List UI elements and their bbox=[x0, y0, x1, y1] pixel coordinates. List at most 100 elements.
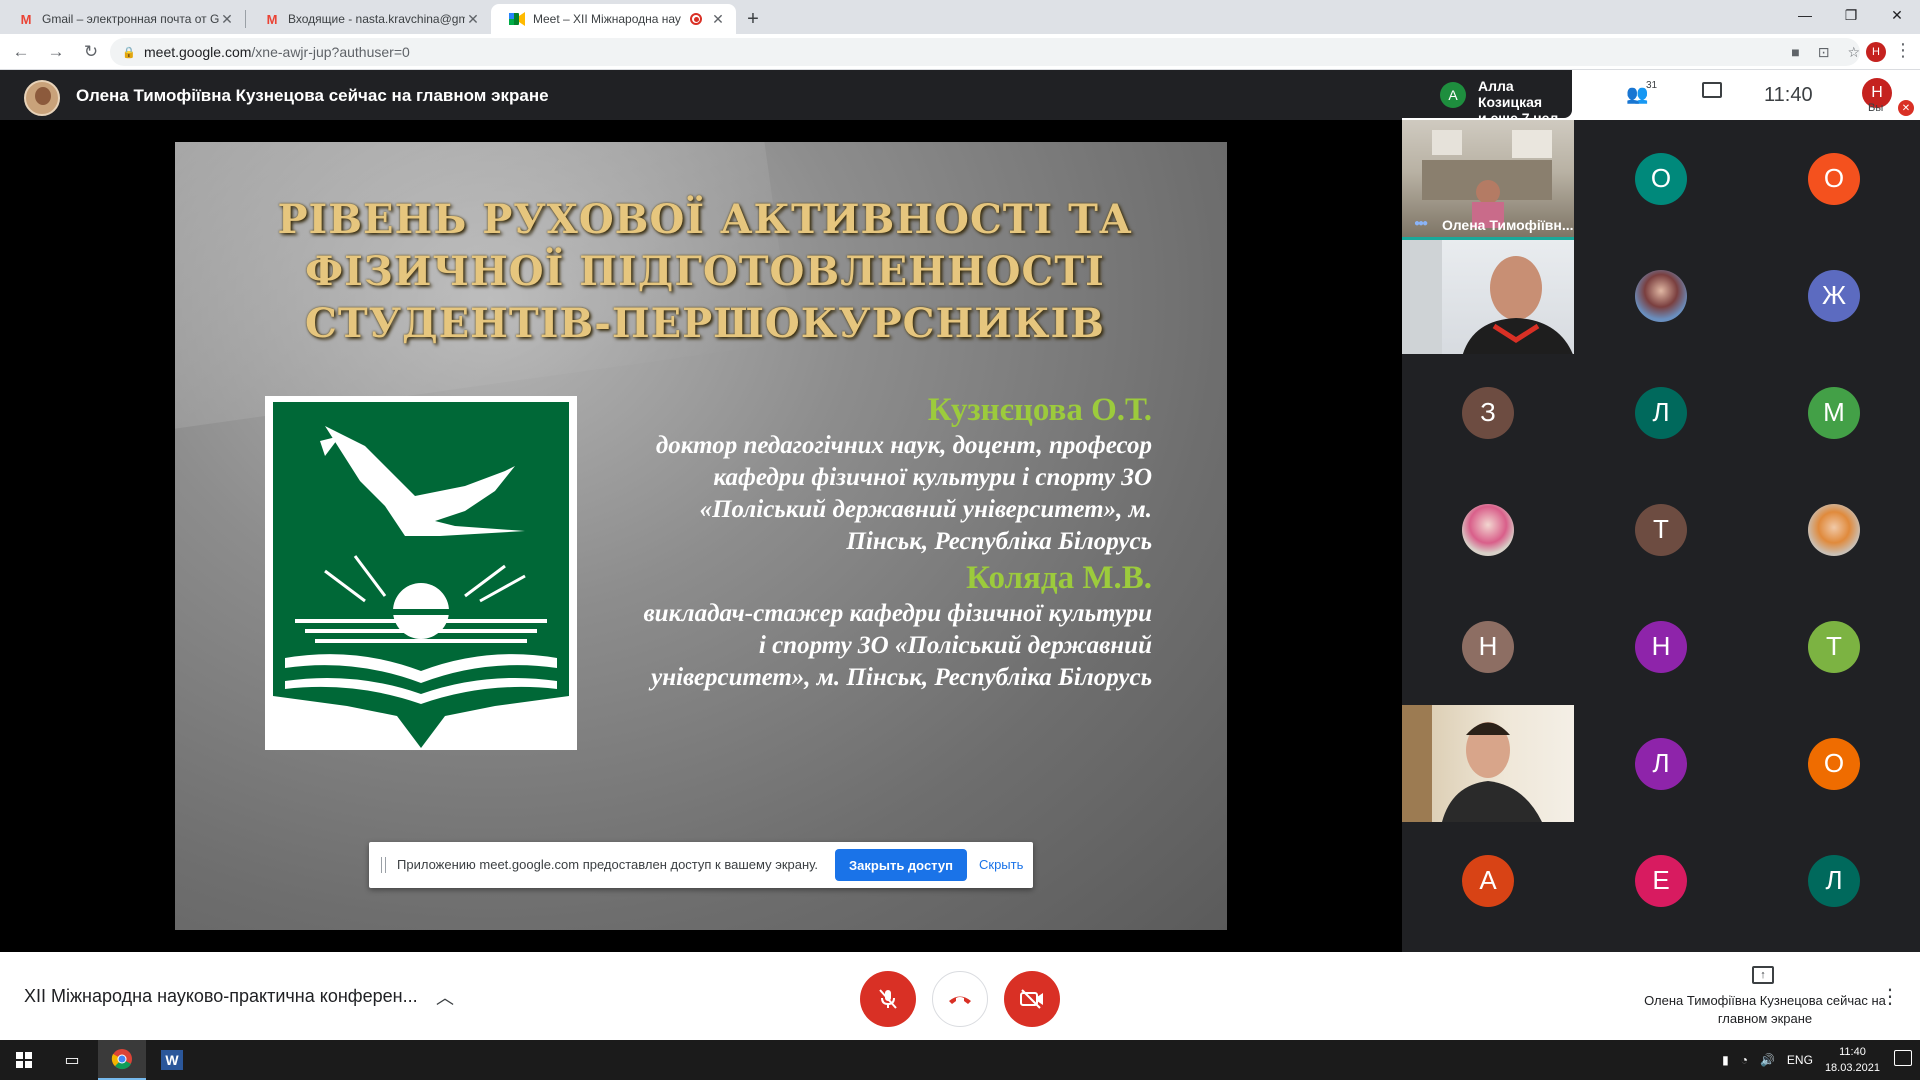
participant-tile[interactable]: Л bbox=[1575, 354, 1747, 471]
taskbar-date: 18.03.2021 bbox=[1824, 1062, 1880, 1074]
end-call-button[interactable] bbox=[932, 971, 988, 1027]
volume-icon[interactable]: 🔊 bbox=[1760, 1053, 1775, 1067]
recording-indicator-icon bbox=[690, 13, 702, 25]
author1-name: Кузнєцова О.Т. bbox=[927, 392, 1152, 428]
participant-avatar: А bbox=[1462, 854, 1514, 907]
screen-share-notice: Приложению meet.google.com предоставлен … bbox=[369, 842, 1033, 888]
address-bar[interactable]: 🔒 meet.google.com/xne-awjr-jup?authuser=… bbox=[110, 38, 1860, 66]
participant-avatar: Л bbox=[1635, 386, 1687, 439]
windows-taskbar: ▭ W ▮ ◔ 🔊 ENG 11:40 18.03.2021 bbox=[0, 1040, 1920, 1080]
participant-tile[interactable]: О bbox=[1575, 120, 1747, 237]
hang-up-icon bbox=[949, 996, 971, 1004]
participant-avatar: З bbox=[1462, 386, 1514, 439]
participant-tile-presenter[interactable]: ●●● Олена Тимофіївн... bbox=[1402, 120, 1574, 237]
tab-inbox[interactable]: M Входящие - nasta.kravchina@gm ✕ bbox=[246, 4, 491, 34]
close-tab-icon[interactable]: ✕ bbox=[465, 11, 481, 28]
participant-tile[interactable] bbox=[1748, 471, 1920, 588]
profile-avatar[interactable]: H bbox=[1866, 42, 1886, 62]
close-window-icon[interactable]: ✕ bbox=[1874, 0, 1920, 30]
close-tab-icon[interactable]: ✕ bbox=[219, 11, 235, 28]
meeting-title[interactable]: XII Міжнародна науково-практична конфере… bbox=[24, 986, 418, 1007]
browser-toolbar: ← → ↻ 🔒 meet.google.com/xne-awjr-jup?aut… bbox=[0, 34, 1920, 70]
participant-avatar: О bbox=[1808, 737, 1860, 790]
close-tab-icon[interactable]: ✕ bbox=[710, 11, 726, 28]
other-participants-name: Алла Козицкая bbox=[1478, 78, 1543, 110]
notifications-icon[interactable] bbox=[1894, 1050, 1912, 1066]
hide-notice-button[interactable]: Скрыть bbox=[979, 857, 1023, 872]
back-arrow-icon[interactable]: ← bbox=[7, 38, 35, 66]
participant-tile[interactable]: Н bbox=[1402, 588, 1574, 705]
omnibox-actions: ■ ⊡ ☆ bbox=[1791, 38, 1860, 66]
stop-sharing-button[interactable]: Закрыть доступ bbox=[835, 849, 967, 881]
drag-handle-icon[interactable] bbox=[381, 857, 386, 873]
participant-tile-video[interactable] bbox=[1402, 705, 1574, 822]
reload-icon[interactable]: ↻ bbox=[77, 38, 105, 66]
participant-tile[interactable]: Т bbox=[1575, 471, 1747, 588]
other-participants-chip[interactable]: А Алла Козицкая и еще 7 чел. bbox=[1402, 70, 1572, 126]
minimize-icon[interactable]: — bbox=[1782, 0, 1828, 30]
participant-tile-video[interactable] bbox=[1402, 237, 1574, 354]
participants-grid: ●●● Олена Тимофіївн... З Н А О Л Т Н Л Е… bbox=[1402, 120, 1920, 952]
translate-icon[interactable]: ⊡ bbox=[1818, 44, 1830, 61]
more-options-icon[interactable]: ⋮ bbox=[1880, 984, 1900, 1009]
chat-icon[interactable] bbox=[1702, 82, 1722, 98]
participant-tile[interactable]: М bbox=[1748, 354, 1920, 471]
participant-tile[interactable]: Ж bbox=[1748, 237, 1920, 354]
participant-photo-avatar bbox=[1808, 503, 1860, 556]
mic-toggle-button[interactable] bbox=[860, 971, 916, 1027]
participant-photo-avatar bbox=[1635, 269, 1687, 322]
taskbar-clock[interactable]: 11:40 18.03.2021 bbox=[1825, 1044, 1880, 1076]
participant-tile[interactable]: З bbox=[1402, 354, 1574, 471]
lock-icon: 🔒 bbox=[122, 46, 136, 59]
keyboard-language[interactable]: ENG bbox=[1787, 1053, 1813, 1067]
participant-tile[interactable]: О bbox=[1748, 705, 1920, 822]
network-icon[interactable]: ◔ bbox=[1741, 1053, 1748, 1067]
word-taskbar-icon[interactable]: W bbox=[148, 1040, 196, 1080]
browser-tab-strip: M Gmail – электронная почта от G ✕ M Вхо… bbox=[0, 0, 1920, 34]
tab-meet[interactable]: Meet – XII Міжнародна нау ✕ bbox=[491, 4, 736, 34]
maximize-icon[interactable]: ❐ bbox=[1828, 0, 1874, 30]
shared-slide: РІВЕНЬ РУХОВОЇ АКТИВНОСТІ ТА ФІЗИЧНОЇ ПІ… bbox=[175, 142, 1227, 930]
participant-tile[interactable]: Л bbox=[1748, 822, 1920, 939]
task-view-icon[interactable]: ▭ bbox=[48, 1040, 96, 1080]
participant-avatar: Т bbox=[1808, 620, 1860, 673]
participant-avatar: О bbox=[1635, 152, 1687, 205]
chrome-taskbar-icon[interactable] bbox=[98, 1040, 146, 1080]
participant-tile[interactable] bbox=[1575, 237, 1747, 354]
battery-icon[interactable]: ▮ bbox=[1722, 1053, 1729, 1067]
participant-tile[interactable]: Л bbox=[1575, 705, 1747, 822]
participant-tile[interactable]: О bbox=[1748, 120, 1920, 237]
participant-avatar: Л bbox=[1808, 854, 1860, 907]
participant-avatar: А bbox=[1440, 82, 1466, 108]
participant-photo-avatar bbox=[1462, 503, 1514, 556]
bookmark-star-icon[interactable]: ☆ bbox=[1847, 44, 1860, 61]
participant-tile[interactable]: Т bbox=[1748, 588, 1920, 705]
camera-in-use-icon[interactable]: ■ bbox=[1791, 44, 1799, 60]
browser-menu-icon[interactable]: ⋮ bbox=[1894, 40, 1912, 61]
system-tray: ▮ ◔ 🔊 ENG 11:40 18.03.2021 bbox=[1722, 1040, 1880, 1080]
meet-header: Олена Тимофіївна Кузнецова сейчас на гла… bbox=[0, 70, 1920, 126]
present-status-text: Олена Тимофіївна Кузнецова сейчас на гла… bbox=[1644, 993, 1886, 1026]
windows-start-icon[interactable] bbox=[0, 1040, 48, 1080]
participant-tile[interactable]: Е bbox=[1575, 822, 1747, 939]
gmail-icon: M bbox=[20, 11, 32, 27]
meet-top-right-panel: А Алла Козицкая и еще 7 чел. 👥 31 11:40 … bbox=[1402, 70, 1920, 126]
meet-controls-bar: XII Міжнародна науково-практична конфере… bbox=[0, 952, 1920, 1040]
mic-off-icon: ✕ bbox=[1898, 100, 1914, 116]
presenting-banner: Олена Тимофіївна Кузнецова сейчас на гла… bbox=[76, 86, 549, 105]
participant-tile[interactable] bbox=[1402, 471, 1574, 588]
author1-description: доктор педагогічних наук, доцент, профес… bbox=[655, 432, 1152, 555]
participant-avatar: Е bbox=[1635, 854, 1687, 907]
tab-gmail[interactable]: M Gmail – электронная почта от G ✕ bbox=[0, 4, 245, 34]
participant-tile[interactable]: А bbox=[1402, 822, 1574, 939]
new-tab-button[interactable]: + bbox=[736, 4, 770, 34]
chevron-up-icon[interactable]: ︿ bbox=[436, 984, 454, 1010]
camera-toggle-button[interactable] bbox=[1004, 971, 1060, 1027]
forward-arrow-icon[interactable]: → bbox=[42, 38, 70, 66]
participant-tile[interactable]: Н bbox=[1575, 588, 1747, 705]
tab-title: Meet – XII Міжнародна нау bbox=[533, 12, 681, 26]
present-screen-icon[interactable]: ↑ bbox=[1752, 966, 1774, 984]
presentation-stage: РІВЕНЬ РУХОВОЇ АКТИВНОСТІ ТА ФІЗИЧНОЇ ПІ… bbox=[0, 120, 1402, 952]
slide-authors: Кузнєцова О.Т. доктор педагогічних наук,… bbox=[632, 390, 1152, 694]
author2-description: викладач-стажер кафедри фізичної культур… bbox=[643, 600, 1152, 691]
